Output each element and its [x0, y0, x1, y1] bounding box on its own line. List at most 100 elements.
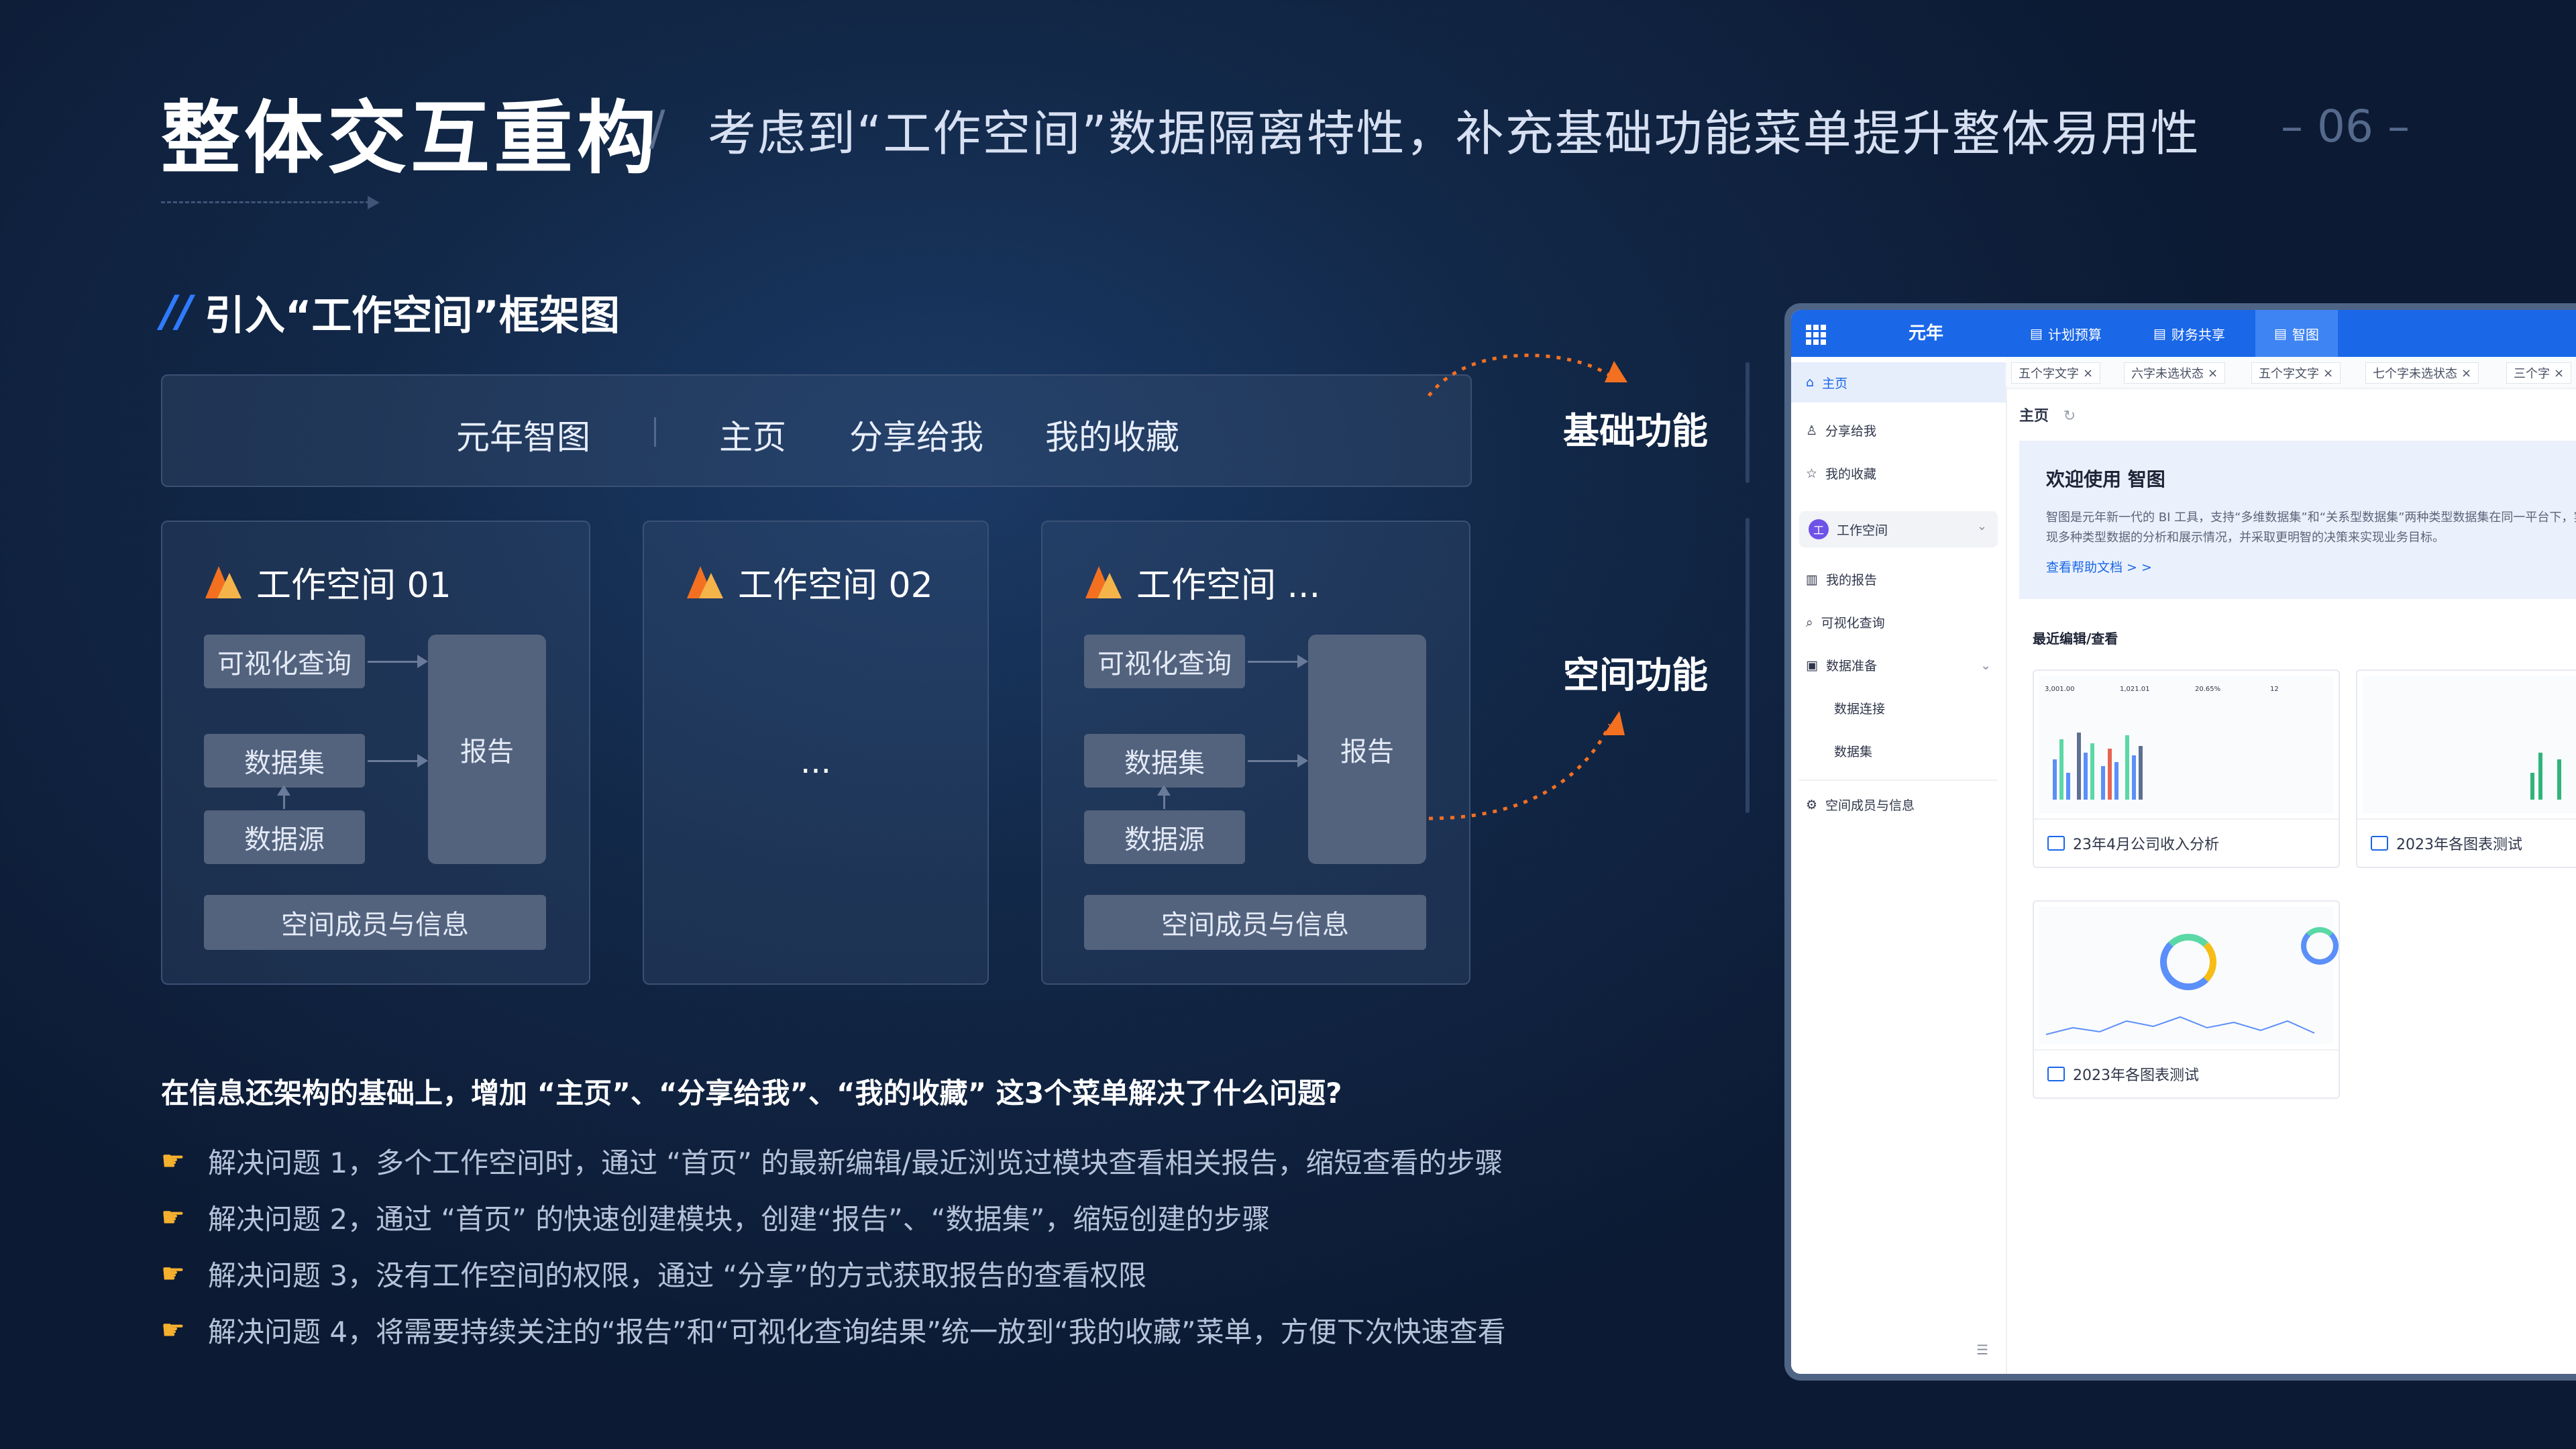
search-icon: ⌕: [1806, 614, 1813, 630]
donut-thumbnail: [2301, 927, 2339, 965]
close-icon[interactable]: ×: [2208, 366, 2218, 380]
page-tab[interactable]: 五个字文字 ×: [2251, 362, 2341, 384]
close-icon[interactable]: ×: [2461, 366, 2471, 380]
report-card-footer: 23年4月公司收入分析: [2034, 818, 2339, 867]
sidebar-item-home[interactable]: ⌂ 主页: [1791, 362, 2006, 402]
nav-item-shared: 分享给我: [849, 418, 983, 457]
page-tab[interactable]: 五个字文字 ×: [2011, 362, 2101, 384]
thumbnail-bar: [2066, 773, 2070, 800]
arrow-up-icon: [1603, 711, 1625, 735]
line-thumbnail: [2046, 1016, 2315, 1035]
report-icon: ▤: [2030, 325, 2043, 341]
answer-item: ☛ 解决问题 1，多个工作空间时，通过 “首页” 的最新编辑/最近浏览过模块查看相…: [161, 1140, 1503, 1181]
welcome-banner: 欢迎使用 智图 智图是元年新一代的 BI 工具，支持“多维数据集”和“关系型数据…: [2019, 441, 2576, 599]
collapse-sidebar-icon[interactable]: ☰: [1976, 1342, 1988, 1358]
report-block: 报告: [428, 635, 546, 864]
chevron-down-icon: ⌄: [1980, 657, 1991, 673]
sidebar-item-shared[interactable]: ♙ 分享给我: [1806, 421, 1876, 439]
pointing-hand-icon: ☛: [161, 1145, 185, 1177]
app-logo: 元年: [1909, 323, 1944, 343]
line-chart-icon: [2047, 1067, 2065, 1081]
pointing-hand-icon: ☛: [161, 1258, 185, 1289]
kpi-value: 1,021.01: [2120, 686, 2150, 693]
answer-item: ☛ 解决问题 4，将需要持续关注的“报告”和“可视化查询结果”统一放到“我的收藏”…: [161, 1309, 1506, 1350]
basic-connector-line: [1428, 354, 1611, 397]
gear-icon: ⚙: [1806, 797, 1818, 812]
arrow-up-icon: [1605, 361, 1627, 382]
sidebar-item-dataset[interactable]: 数据集: [1834, 742, 1872, 760]
report-card[interactable]: 2023年各图表测试: [2033, 900, 2340, 1099]
dataset-block: 数据集: [1084, 734, 1245, 788]
workspace-title: 工作空间 ...: [1085, 557, 1320, 607]
report-card-footer: 2023年各图表测试: [2357, 818, 2576, 867]
report-card[interactable]: 3,001.00 1,021.01 20.65% 12 23年4月公司收入分析: [2033, 669, 2340, 868]
sidebar-item-label: 我的收藏: [1825, 467, 1877, 482]
datasource-block: 数据源: [1084, 810, 1245, 864]
home-icon: ⌂: [1806, 375, 1815, 390]
page-tab[interactable]: 六字未选状态 ×: [2124, 362, 2226, 384]
breadcrumb: 主页 ↻: [2019, 404, 2076, 425]
workspace-title: 工作空间 02: [687, 557, 933, 607]
recent-section-title: 最近编辑/查看: [2033, 631, 2118, 647]
thumbnail-bar: [2114, 762, 2118, 800]
page-tab-label: 三个字: [2514, 367, 2550, 381]
answer-item: ☛ 解决问题 3，没有工作空间的权限，通过 “分享”的方式获取报告的查看权限: [161, 1253, 1146, 1294]
sidebar-item-favorites[interactable]: ☆ 我的收藏: [1806, 464, 1876, 482]
sidebar-item-label: 数据集: [1834, 745, 1873, 759]
pointing-hand-icon: ☛: [161, 1314, 185, 1346]
thumbnail-bar: [2108, 749, 2112, 800]
thumbnail-bar: [2059, 739, 2063, 800]
app-grid-icon[interactable]: [1806, 325, 1826, 345]
page-number: – 06 –: [2281, 101, 2410, 152]
nav-divider: [654, 417, 656, 447]
topnav-bi[interactable]: ▤ 智图: [2255, 310, 2338, 357]
page-subtitle: 考虑到“工作空间”数据隔离特性，补充基础功能菜单提升整体易用性: [708, 105, 2200, 162]
report-card[interactable]: 2023年各图表测试: [2356, 669, 2576, 868]
workspace-card-01: 工作空间 01 可视化查询 数据集 数据源 报告 空间成员与信息: [161, 521, 590, 985]
thumbnail-bar: [2530, 773, 2534, 800]
sidebar-item-data-prep[interactable]: ▣ 数据准备 ⌄: [1806, 656, 1991, 674]
sidebar-item-visual-query[interactable]: ⌕ 可视化查询: [1806, 613, 1885, 631]
database-icon: ▣: [1806, 657, 1818, 673]
question-text: 在信息还架构的基础上，增加 “主页”、“分享给我”、“我的收藏” 这3个菜单解决…: [161, 1077, 1342, 1110]
nav-item-favorites: 我的收藏: [1045, 418, 1179, 457]
report-card-title: 23年4月公司收入分析: [2073, 837, 2219, 853]
user-icon: ♙: [1806, 423, 1818, 438]
report-icon: ▤: [2153, 325, 2166, 341]
workspace-badge: 工: [1809, 519, 1829, 539]
divider-line: [1746, 362, 1750, 483]
close-icon[interactable]: ×: [2083, 366, 2093, 380]
kpi-value: 3,001.00: [2045, 686, 2075, 693]
datasource-block: 数据源: [204, 810, 365, 864]
page-tab[interactable]: 七个字未选状态 ×: [2365, 362, 2479, 384]
topnav-label: 智图: [2292, 326, 2319, 343]
breadcrumb-label: 主页: [2019, 408, 2049, 425]
thumbnail-bar: [2084, 753, 2088, 800]
answer-text: 解决问题 4，将需要持续关注的“报告”和“可视化查询结果”统一放到“我的收藏”菜…: [208, 1316, 1506, 1348]
sidebar-item-my-reports[interactable]: ▥ 我的报告: [1806, 570, 1877, 588]
help-docs-link[interactable]: 查看帮助文档 > >: [2046, 557, 2152, 576]
thumbnail-bar: [2101, 766, 2105, 800]
donut-thumbnail: [2160, 934, 2216, 990]
brand-logo-icon: [687, 566, 724, 598]
sidebar-item-label: 主页: [1822, 376, 1848, 391]
page-tabs: 五个字文字 × 六字未选状态 × 五个字文字 × 七个字未选状态 × 三个字 ×: [2006, 357, 2576, 389]
sidebar-item-label: 数据连接: [1834, 702, 1886, 716]
close-icon[interactable]: ×: [2554, 366, 2564, 380]
close-icon[interactable]: ×: [2323, 366, 2333, 380]
refresh-icon[interactable]: ↻: [2063, 408, 2076, 425]
page-tab-label: 六字未选状态: [2131, 367, 2204, 381]
thumbnail-bar: [2139, 746, 2143, 800]
sidebar-item-label: 数据准备: [1825, 659, 1877, 674]
answer-text: 解决问题 1，多个工作空间时，通过 “首页” 的最新编辑/最近浏览过模块查看相关…: [208, 1146, 1503, 1179]
label-space-functions: 空间功能: [1563, 654, 1708, 696]
page-tab-label: 五个字文字: [2019, 367, 2079, 381]
ellipsis: ...: [800, 743, 831, 781]
page-tab[interactable]: 三个字 ×: [2506, 362, 2572, 384]
page-tab-label: 七个字未选状态: [2373, 367, 2457, 381]
topnav-budget[interactable]: ▤ 计划预算: [2030, 310, 2102, 357]
workspace-selector[interactable]: 工 工作空间 ⌄: [1799, 511, 1998, 547]
topnav-finance[interactable]: ▤ 财务共享: [2153, 310, 2225, 357]
sidebar-item-data-connect[interactable]: 数据连接: [1834, 699, 1885, 717]
sidebar-item-members[interactable]: ⚙ 空间成员与信息: [1806, 796, 1915, 814]
